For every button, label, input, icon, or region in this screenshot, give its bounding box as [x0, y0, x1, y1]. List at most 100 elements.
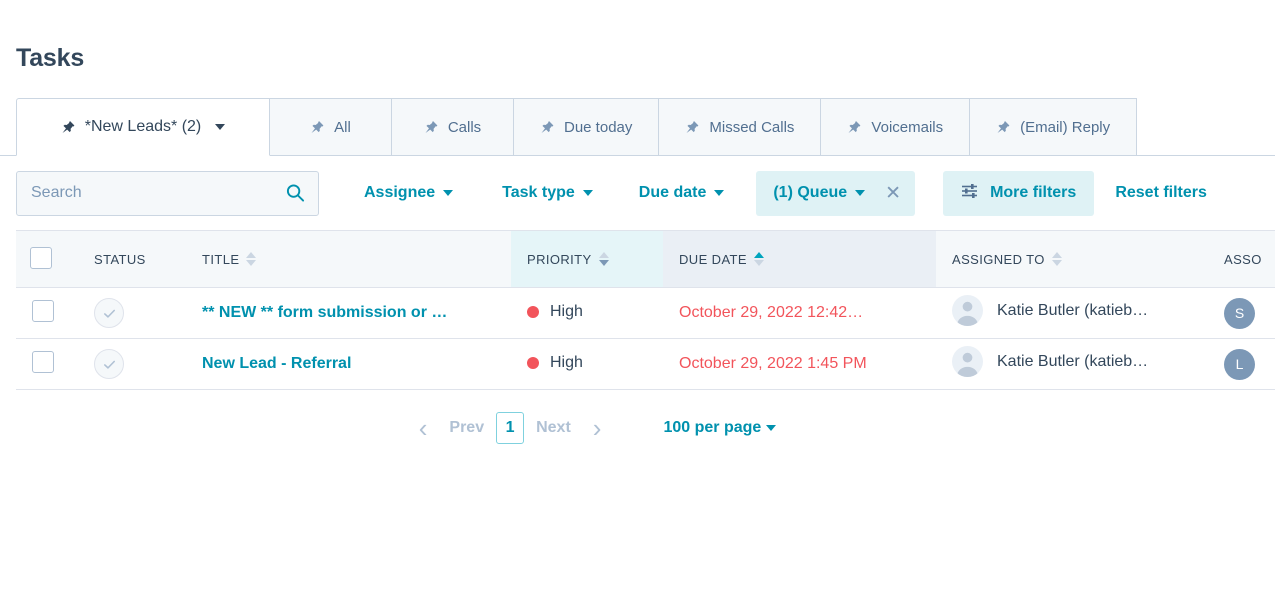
filter-bar: Assignee Task type Due date (1) Queue ✕	[0, 156, 1275, 230]
filter-queue-label: (1) Queue	[773, 184, 847, 202]
tab-label: All	[334, 119, 351, 136]
pin-icon	[996, 120, 1011, 135]
tab-label: Missed Calls	[709, 119, 794, 136]
column-label-assigned-to: ASSIGNED TO	[952, 252, 1045, 267]
tab-label: Voicemails	[871, 119, 943, 136]
person-avatar-icon	[952, 295, 983, 326]
check-circle-icon[interactable]	[94, 349, 124, 379]
tasks-table-wrap: STATUS TITLE PRIORITY	[0, 230, 1275, 390]
tab-calls[interactable]: Calls	[392, 98, 514, 155]
row-title-cell[interactable]: ** NEW ** form submission or …	[186, 288, 511, 339]
task-title-link[interactable]: ** NEW ** form submission or …	[202, 304, 502, 322]
sort-toggle-due-date[interactable]	[754, 252, 764, 266]
column-label-due-date: DUE DATE	[679, 252, 747, 267]
check-circle-icon[interactable]	[94, 298, 124, 328]
tab-new-leads[interactable]: *New Leads* (2)	[16, 98, 270, 156]
pagination: ‹ Prev 1 Next › 100 per page	[0, 412, 1275, 444]
chevron-down-icon[interactable]	[215, 124, 225, 130]
column-header-title[interactable]: TITLE	[186, 231, 511, 288]
table-row[interactable]: New Lead - Referral High October 29, 202…	[16, 339, 1275, 390]
chevron-down-icon	[766, 425, 776, 431]
next-page-button[interactable]: Next	[524, 419, 583, 437]
per-page-label: 100 per page	[663, 419, 761, 437]
column-label-associated: ASSO	[1224, 252, 1262, 267]
tab-label: *New Leads* (2)	[85, 118, 202, 136]
row-select-cell[interactable]	[16, 288, 78, 339]
table-header: STATUS TITLE PRIORITY	[16, 231, 1275, 288]
column-header-priority[interactable]: PRIORITY	[511, 231, 663, 288]
row-assigned-to-cell: Katie Butler (katieb…	[936, 339, 1208, 390]
chevron-down-icon	[714, 190, 724, 196]
view-tab-strip: *New Leads* (2) All Calls Due today	[0, 98, 1275, 156]
page-title: Tasks	[0, 0, 1275, 73]
tab-voicemails[interactable]: Voicemails	[821, 98, 970, 155]
assigned-to-value: Katie Butler (katieb…	[997, 302, 1148, 320]
row-checkbox[interactable]	[32, 351, 54, 373]
filter-task-type[interactable]: Task type	[502, 184, 593, 202]
column-label-title: TITLE	[202, 252, 239, 267]
tab-label: Due today	[564, 119, 632, 136]
due-date-value: October 29, 2022 1:45 PM	[679, 355, 867, 372]
row-associated-cell[interactable]: L	[1208, 339, 1275, 390]
per-page-selector[interactable]: 100 per page	[663, 419, 776, 437]
search-box[interactable]	[16, 171, 319, 216]
column-label-priority: PRIORITY	[527, 252, 592, 267]
filter-due-date[interactable]: Due date	[639, 184, 725, 202]
row-checkbox[interactable]	[32, 300, 54, 322]
column-header-select-all[interactable]	[16, 231, 78, 288]
row-status-cell[interactable]	[78, 339, 186, 390]
search-input[interactable]	[17, 172, 318, 215]
tab-missed-calls[interactable]: Missed Calls	[659, 98, 821, 155]
table-row[interactable]: ** NEW ** form submission or … High Octo…	[16, 288, 1275, 339]
sort-toggle-assigned-to[interactable]	[1052, 252, 1062, 266]
tasks-table: STATUS TITLE PRIORITY	[16, 230, 1275, 390]
table-body: ** NEW ** form submission or … High Octo…	[16, 288, 1275, 390]
column-header-status: STATUS	[78, 231, 186, 288]
reset-filters-button[interactable]: Reset filters	[1115, 184, 1207, 202]
filter-assignee-label: Assignee	[364, 184, 435, 202]
tab-email-reply[interactable]: (Email) Reply	[970, 98, 1137, 155]
task-title-link[interactable]: New Lead - Referral	[202, 355, 502, 373]
close-icon[interactable]: ✕	[885, 184, 901, 203]
chevron-right-icon[interactable]: ›	[583, 415, 612, 441]
priority-dot-icon	[527, 306, 539, 318]
column-label-status: STATUS	[94, 252, 146, 267]
sort-toggle-priority[interactable]	[599, 252, 609, 266]
more-filters-button[interactable]: More filters	[943, 171, 1094, 216]
avatar[interactable]: S	[1224, 298, 1255, 329]
priority-dot-icon	[527, 357, 539, 369]
pin-icon	[310, 120, 325, 135]
row-select-cell[interactable]	[16, 339, 78, 390]
sliders-icon	[961, 183, 979, 204]
column-header-assigned-to[interactable]: ASSIGNED TO	[936, 231, 1208, 288]
search-icon[interactable]	[286, 184, 305, 203]
filter-due-date-label: Due date	[639, 184, 707, 202]
pin-icon	[61, 120, 76, 135]
row-status-cell[interactable]	[78, 288, 186, 339]
chevron-down-icon	[583, 190, 593, 196]
page-number-1[interactable]: 1	[496, 412, 524, 444]
filter-queue[interactable]: (1) Queue	[773, 184, 865, 202]
tab-due-today[interactable]: Due today	[514, 98, 659, 155]
select-all-checkbox[interactable]	[30, 247, 52, 269]
tab-label: Calls	[448, 119, 481, 136]
column-header-due-date[interactable]: DUE DATE	[663, 231, 936, 288]
column-header-associated[interactable]: ASSO	[1208, 231, 1275, 288]
row-priority-cell: High	[511, 339, 663, 390]
row-due-date-cell: October 29, 2022 1:45 PM	[663, 339, 936, 390]
chevron-left-icon[interactable]: ‹	[409, 415, 438, 441]
tab-all[interactable]: All	[270, 98, 392, 155]
prev-page-button[interactable]: Prev	[437, 419, 496, 437]
avatar[interactable]: L	[1224, 349, 1255, 380]
pin-icon	[424, 120, 439, 135]
row-title-cell[interactable]: New Lead - Referral	[186, 339, 511, 390]
row-associated-cell[interactable]: S	[1208, 288, 1275, 339]
person-avatar-icon	[952, 346, 983, 377]
sort-toggle-title[interactable]	[246, 252, 256, 266]
pin-icon	[540, 120, 555, 135]
filter-assignee[interactable]: Assignee	[364, 184, 453, 202]
filter-queue-chip[interactable]: (1) Queue ✕	[756, 171, 915, 216]
tab-label: (Email) Reply	[1020, 119, 1110, 136]
row-due-date-cell: October 29, 2022 12:42…	[663, 288, 936, 339]
assigned-to-value: Katie Butler (katieb…	[997, 353, 1148, 371]
